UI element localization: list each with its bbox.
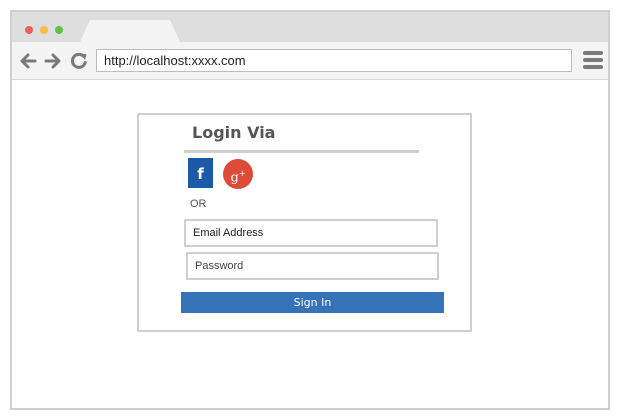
active-tab[interactable] bbox=[80, 20, 180, 42]
password-field[interactable] bbox=[186, 252, 439, 280]
back-arrow-icon[interactable] bbox=[18, 51, 38, 71]
forward-arrow-icon[interactable] bbox=[43, 51, 63, 71]
sign-in-button[interactable]: Sign In bbox=[181, 292, 444, 313]
title-divider bbox=[184, 150, 419, 153]
minimize-window-dot[interactable] bbox=[40, 26, 48, 34]
or-separator: OR bbox=[190, 198, 207, 210]
google-glyph: g bbox=[230, 170, 239, 186]
facebook-icon[interactable]: f bbox=[188, 158, 213, 188]
google-plus-icon[interactable]: g+ bbox=[223, 159, 253, 189]
navigation-bar bbox=[12, 42, 608, 80]
address-bar[interactable] bbox=[96, 49, 572, 72]
login-card: Login Via f g+ OR Sign In bbox=[137, 113, 472, 332]
tab-bar bbox=[12, 12, 608, 42]
browser-window: Login Via f g+ OR Sign In bbox=[10, 10, 610, 410]
page-content: Login Via f g+ OR Sign In bbox=[12, 81, 608, 408]
email-field[interactable] bbox=[184, 219, 438, 247]
maximize-window-dot[interactable] bbox=[55, 26, 63, 34]
login-title: Login Via bbox=[192, 123, 276, 142]
hamburger-menu-icon[interactable] bbox=[583, 50, 603, 70]
google-plus-glyph: + bbox=[238, 169, 246, 178]
reload-icon[interactable] bbox=[69, 51, 89, 71]
facebook-glyph: f bbox=[197, 165, 204, 183]
close-window-dot[interactable] bbox=[25, 26, 33, 34]
